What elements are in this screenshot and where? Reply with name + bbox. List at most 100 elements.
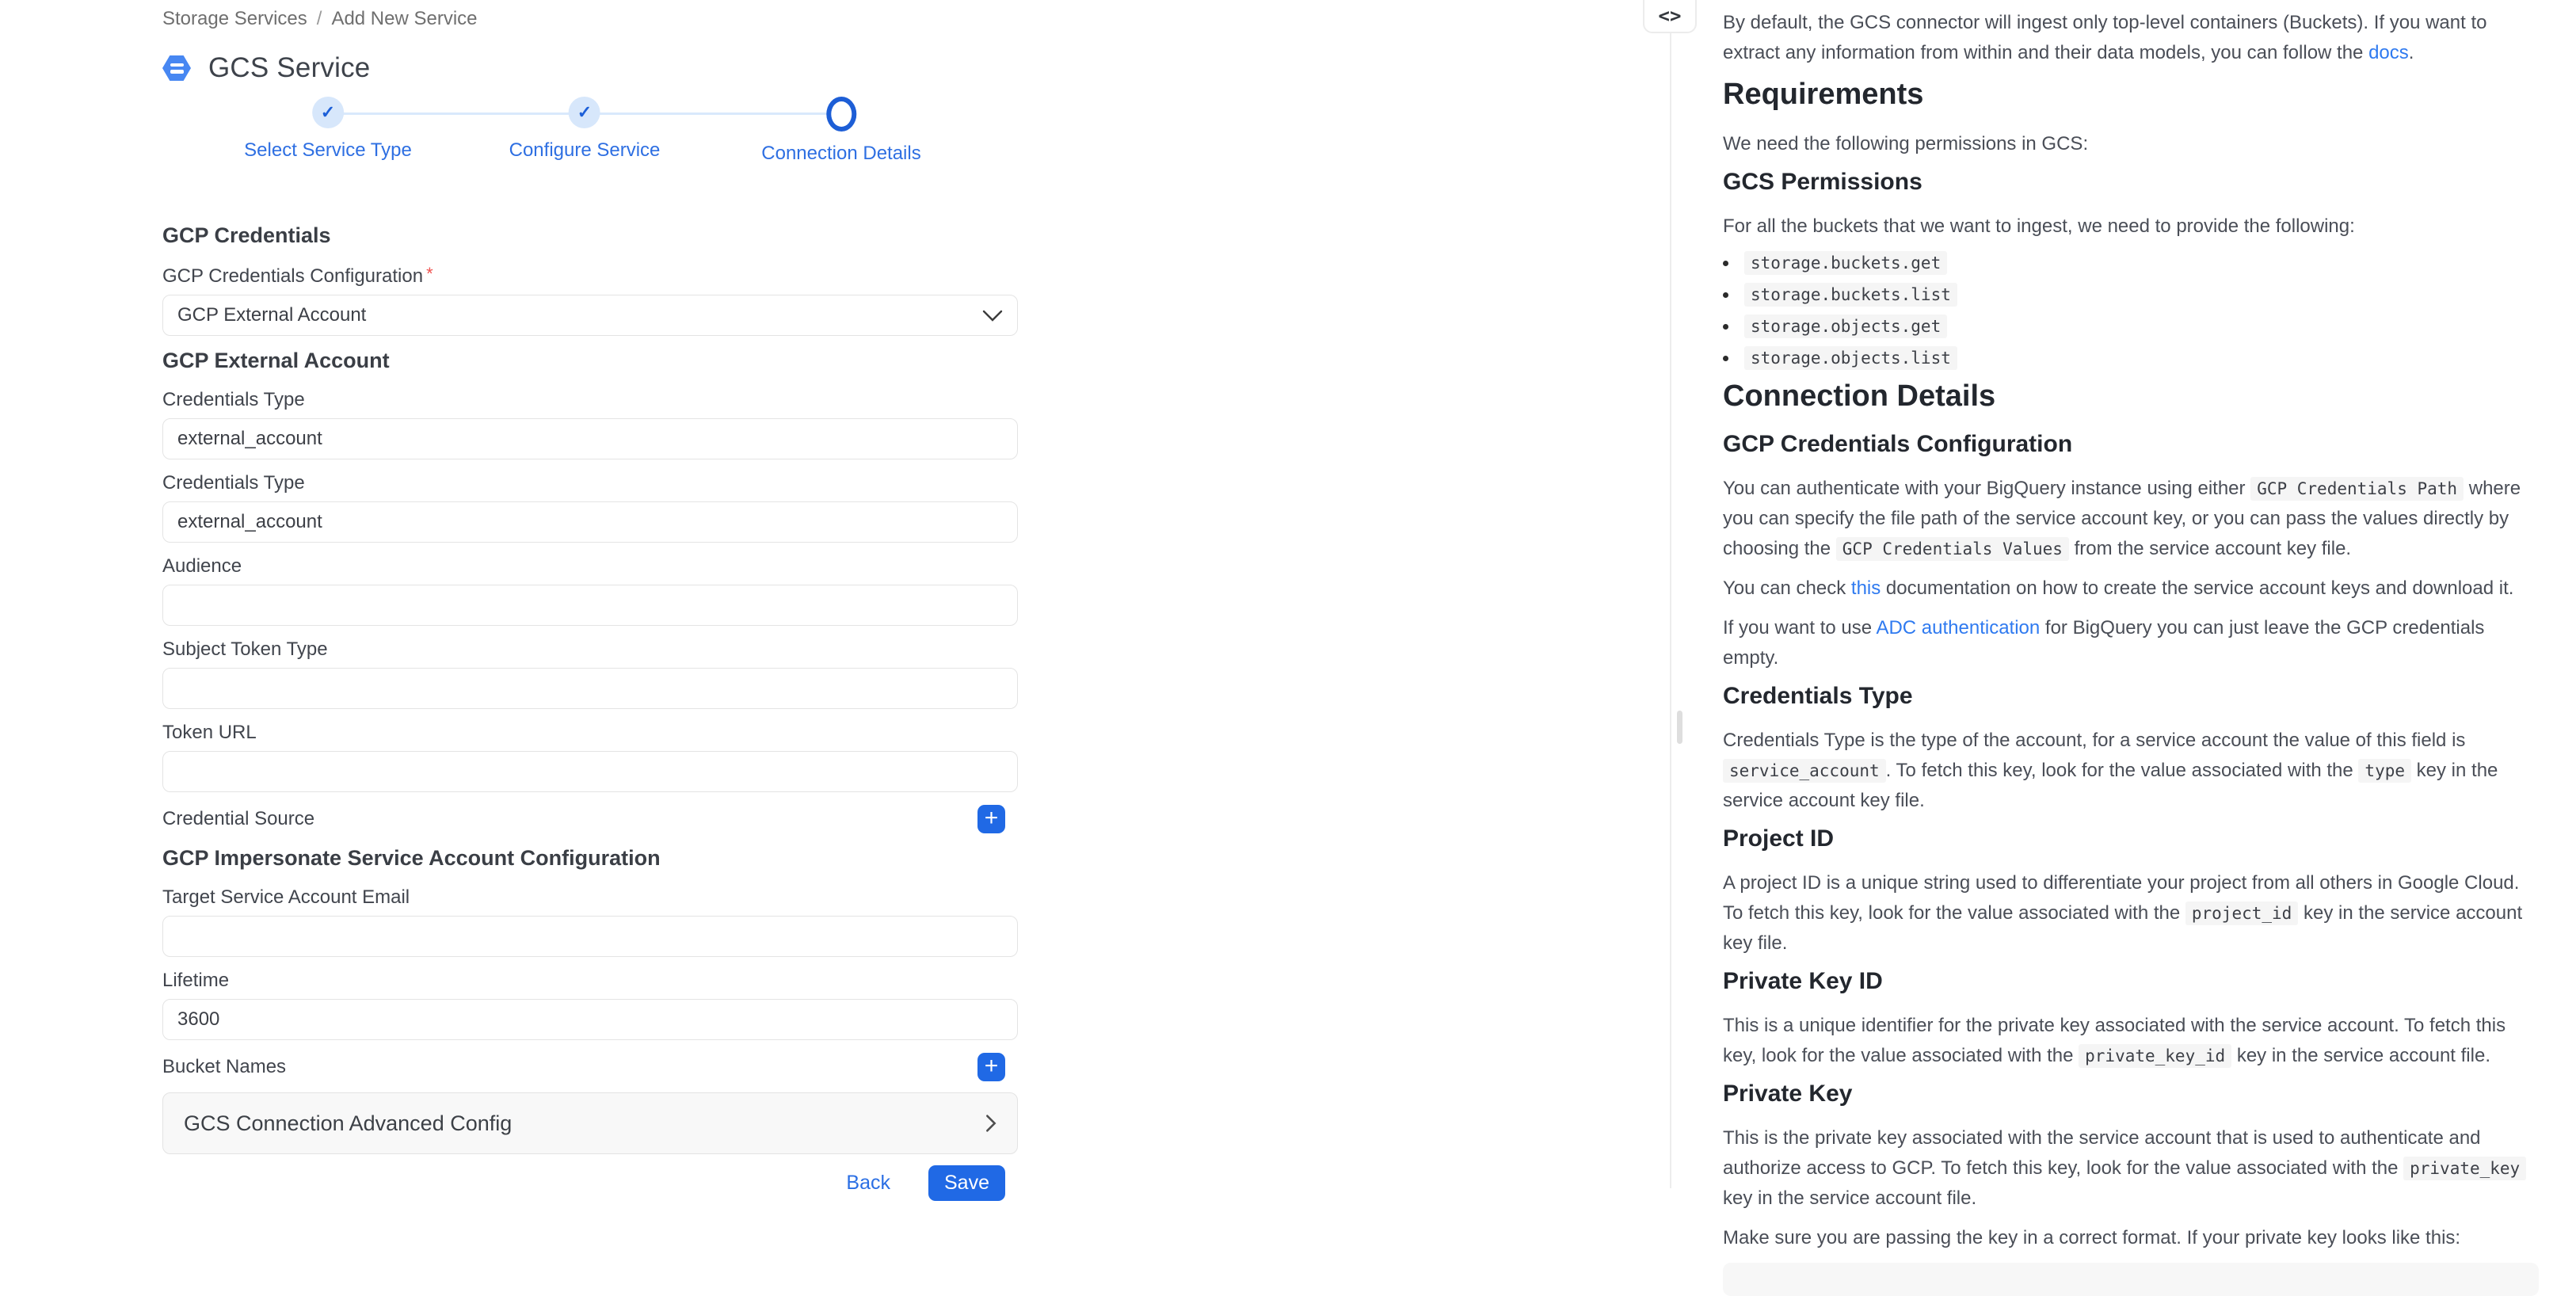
step-done-check-icon: ✓ (568, 97, 600, 128)
doc-link[interactable]: this (1851, 577, 1881, 599)
code-view-toggle-button[interactable]: <> (1643, 0, 1697, 33)
back-button[interactable]: Back (841, 1171, 895, 1195)
plus-icon: + (984, 1052, 999, 1079)
breadcrumb-separator: / (316, 8, 322, 29)
field-subject-token-type: Subject Token Type (162, 638, 1018, 709)
step-label: Connection Details (761, 143, 921, 164)
doc-link[interactable]: ADC authentication (1876, 617, 2040, 638)
chevron-down-icon (982, 310, 1003, 322)
page-title: GCS Service (208, 52, 371, 83)
field-label: Credentials Type (162, 389, 305, 410)
breadcrumb: Storage Services / Add New Service (162, 8, 1018, 30)
docs-heading-requirements: Requirements (1723, 78, 1924, 111)
field-audience: Audience (162, 555, 1018, 626)
docs-paragraph: For all the buckets that we want to inge… (1723, 215, 2355, 237)
permission-code: storage.buckets.list (1744, 283, 1957, 307)
advanced-config-label: GCS Connection Advanced Config (184, 1111, 513, 1135)
doc-link[interactable]: docs (2368, 42, 2409, 63)
chevron-right-icon (986, 1115, 996, 1132)
docs-panel: By default, the GCS connector will inges… (1723, 0, 2539, 1296)
field-label: Audience (162, 555, 242, 577)
step-select-service-type[interactable]: ✓ Select Service Type (244, 93, 412, 162)
docs-paragraph: A project ID is a unique string used to … (1723, 872, 2523, 954)
docs-paragraph: Credentials Type is the type of the acco… (1723, 730, 2498, 811)
add-credential-source-button[interactable]: + (977, 805, 1005, 833)
save-button[interactable]: Save (928, 1165, 1005, 1201)
required-marker: * (426, 264, 433, 284)
docs-intro-paragraph: By default, the GCS connector will inges… (1723, 12, 2487, 63)
inline-code: GCP Credentials Path (2250, 477, 2464, 501)
field-label: GCP Credentials Configuration * (162, 264, 433, 287)
docs-heading-connection-details: Connection Details (1723, 379, 1996, 413)
step-label: Select Service Type (244, 139, 412, 161)
permission-item: storage.buckets.list (1723, 283, 2539, 307)
section-gcp-credentials: GCP Credentials (162, 223, 331, 247)
docs-scrollbar-thumb[interactable] (1677, 711, 1682, 744)
field-label: Subject Token Type (162, 638, 328, 660)
field-label: Credential Source (162, 808, 315, 829)
inline-code: private_key_id (2079, 1044, 2232, 1068)
docs-paragraph: If you want to use ADC authentication fo… (1723, 617, 2485, 669)
permission-item: storage.objects.get (1723, 314, 2539, 338)
inline-code: type (2358, 759, 2411, 783)
docs-paragraph: This is the private key associated with … (1723, 1123, 2539, 1214)
section-gcp-impersonate: GCP Impersonate Service Account Configur… (162, 846, 661, 870)
section-gcp-external-account: GCP External Account (162, 349, 390, 372)
audience-input[interactable] (162, 585, 1018, 626)
docs-paragraph: Make sure you are passing the key in a c… (1723, 1227, 2461, 1248)
permission-code: storage.buckets.get (1744, 251, 1948, 275)
token-url-input[interactable] (162, 751, 1018, 792)
field-label: Lifetime (162, 970, 230, 991)
field-credentials-configuration: GCP Credentials Configuration * GCP Exter… (162, 264, 1018, 336)
field-label: Token URL (162, 722, 257, 743)
stepper: ✓ Select Service Type ✓ Configure Servic… (162, 93, 1018, 179)
field-lifetime: Lifetime (162, 970, 1018, 1040)
add-bucket-name-button[interactable]: + (977, 1053, 1005, 1081)
bullet-dot (1723, 260, 1728, 266)
field-token-url: Token URL (162, 722, 1018, 792)
permission-code: storage.objects.get (1744, 314, 1948, 338)
inline-code: GCP Credentials Values (1835, 537, 2069, 561)
step-connection-details[interactable]: Connection Details (761, 93, 921, 165)
docs-paragraph: You can check this documentation on how … (1723, 577, 2514, 599)
step-done-check-icon: ✓ (311, 97, 344, 128)
inline-code: service_account (1723, 759, 1886, 783)
gcs-service-icon (162, 55, 191, 81)
field-credentials-type-1: Credentials Type (162, 389, 1018, 459)
add-service-form-panel: Storage Services / Add New Service GCS S… (162, 0, 1018, 1201)
docs-paragraph: We need the following permissions in GCS… (1723, 133, 2089, 154)
bucket-names-row: Bucket Names + (162, 1053, 1018, 1081)
permission-item: storage.buckets.get (1723, 251, 2539, 275)
permissions-list: storage.buckets.get storage.buckets.list… (1723, 251, 2539, 370)
docs-paragraph: This is a unique identifier for the priv… (1723, 1015, 2506, 1068)
target-service-account-email-input[interactable] (162, 916, 1018, 957)
docs-heading-gcs-permissions: GCS Permissions (1723, 169, 1922, 195)
breadcrumb-add-new-service: Add New Service (331, 8, 478, 29)
credentials-type-input[interactable] (162, 418, 1018, 459)
subject-token-type-input[interactable] (162, 668, 1018, 709)
credential-source-row: Credential Source + (162, 805, 1018, 833)
bullet-dot (1723, 355, 1728, 361)
code-icon: <> (1658, 5, 1682, 27)
gcs-advanced-config-expander[interactable]: GCS Connection Advanced Config (162, 1092, 1018, 1154)
credentials-configuration-select[interactable]: GCP External Account (162, 295, 1018, 336)
form-footer: Back Save (162, 1165, 1018, 1201)
panel-divider (1670, 33, 1671, 1188)
docs-paragraph: You can authenticate with your BigQuery … (1723, 477, 2521, 561)
field-label: Bucket Names (162, 1056, 287, 1077)
inline-code: private_key (2403, 1157, 2527, 1180)
docs-heading-private-key: Private Key (1723, 1081, 1853, 1107)
step-label: Configure Service (509, 139, 661, 161)
lifetime-input[interactable] (162, 999, 1018, 1040)
plus-icon: + (984, 804, 999, 831)
breadcrumb-storage-services[interactable]: Storage Services (162, 8, 307, 30)
field-label: Target Service Account Email (162, 886, 410, 908)
inline-code: project_id (2185, 901, 2299, 925)
docs-heading-private-key-id: Private Key ID (1723, 968, 1883, 994)
private-key-code-block (1723, 1263, 2539, 1296)
field-label: Credentials Type (162, 472, 305, 494)
field-target-service-account-email: Target Service Account Email (162, 886, 1018, 957)
step-configure-service[interactable]: ✓ Configure Service (509, 93, 661, 162)
docs-heading-gcp-credentials-configuration: GCP Credentials Configuration (1723, 431, 2073, 457)
credentials-type-input[interactable] (162, 501, 1018, 543)
